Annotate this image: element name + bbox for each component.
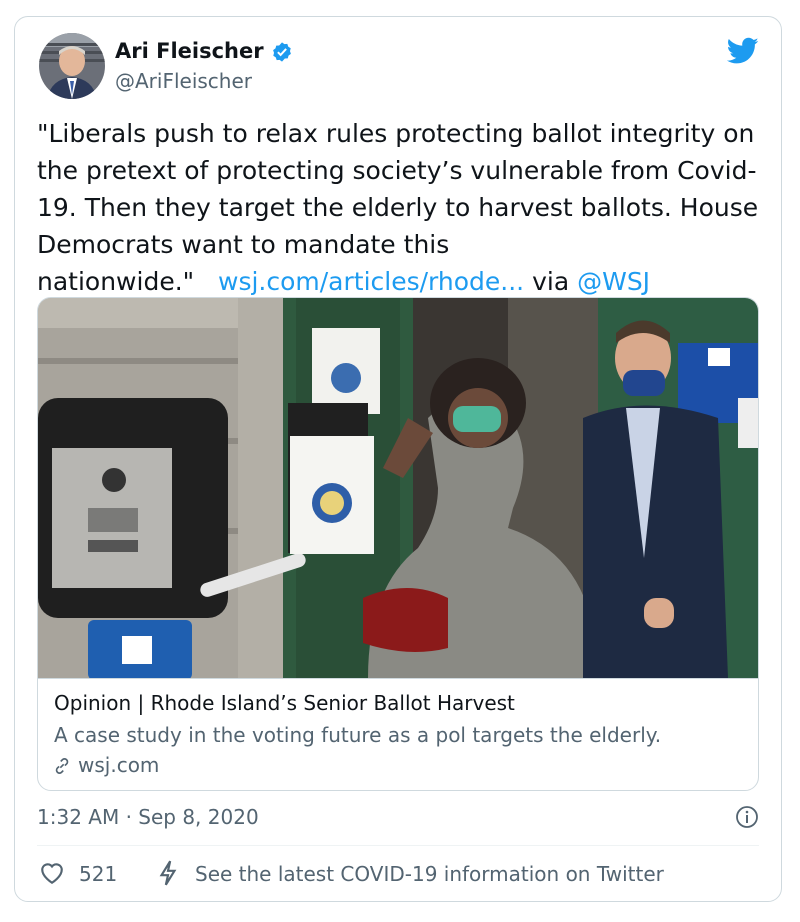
tweet-text: "Liberals push to relax rules protecting… bbox=[37, 115, 767, 300]
link-card-info: Opinion | Rhode Island’s Senior Ballot H… bbox=[38, 678, 758, 790]
author-name[interactable]: Ari Fleischer bbox=[115, 39, 264, 63]
link-icon bbox=[55, 758, 69, 774]
link-card[interactable]: Opinion | Rhode Island’s Senior Ballot H… bbox=[37, 297, 759, 791]
link-card-description: A case study in the voting future as a p… bbox=[54, 723, 662, 747]
via-label: via bbox=[532, 267, 570, 296]
covid-info-link[interactable]: See the latest COVID-19 information on T… bbox=[195, 862, 664, 886]
heart-icon[interactable] bbox=[39, 861, 65, 885]
lightning-icon bbox=[159, 860, 177, 886]
divider bbox=[37, 845, 759, 846]
article-link[interactable]: wsj.com/articles/rhode... bbox=[218, 267, 524, 296]
tweet-card: Ari Fleischer @AriFleischer "Liberals pu… bbox=[14, 16, 782, 902]
article-photo bbox=[38, 298, 758, 678]
like-count[interactable]: 521 bbox=[79, 862, 117, 886]
twitter-bird-icon[interactable] bbox=[727, 37, 759, 65]
info-icon[interactable] bbox=[735, 805, 759, 829]
link-card-title: Opinion | Rhode Island’s Senior Ballot H… bbox=[54, 691, 515, 715]
tweet-timestamp[interactable]: 1:32 AM · Sep 8, 2020 bbox=[37, 805, 259, 829]
author-handle[interactable]: @AriFleischer bbox=[115, 69, 252, 93]
avatar[interactable] bbox=[39, 33, 105, 99]
link-card-domain: wsj.com bbox=[78, 753, 160, 777]
wsj-mention[interactable]: @WSJ bbox=[577, 267, 650, 296]
verified-badge-icon bbox=[273, 42, 291, 62]
